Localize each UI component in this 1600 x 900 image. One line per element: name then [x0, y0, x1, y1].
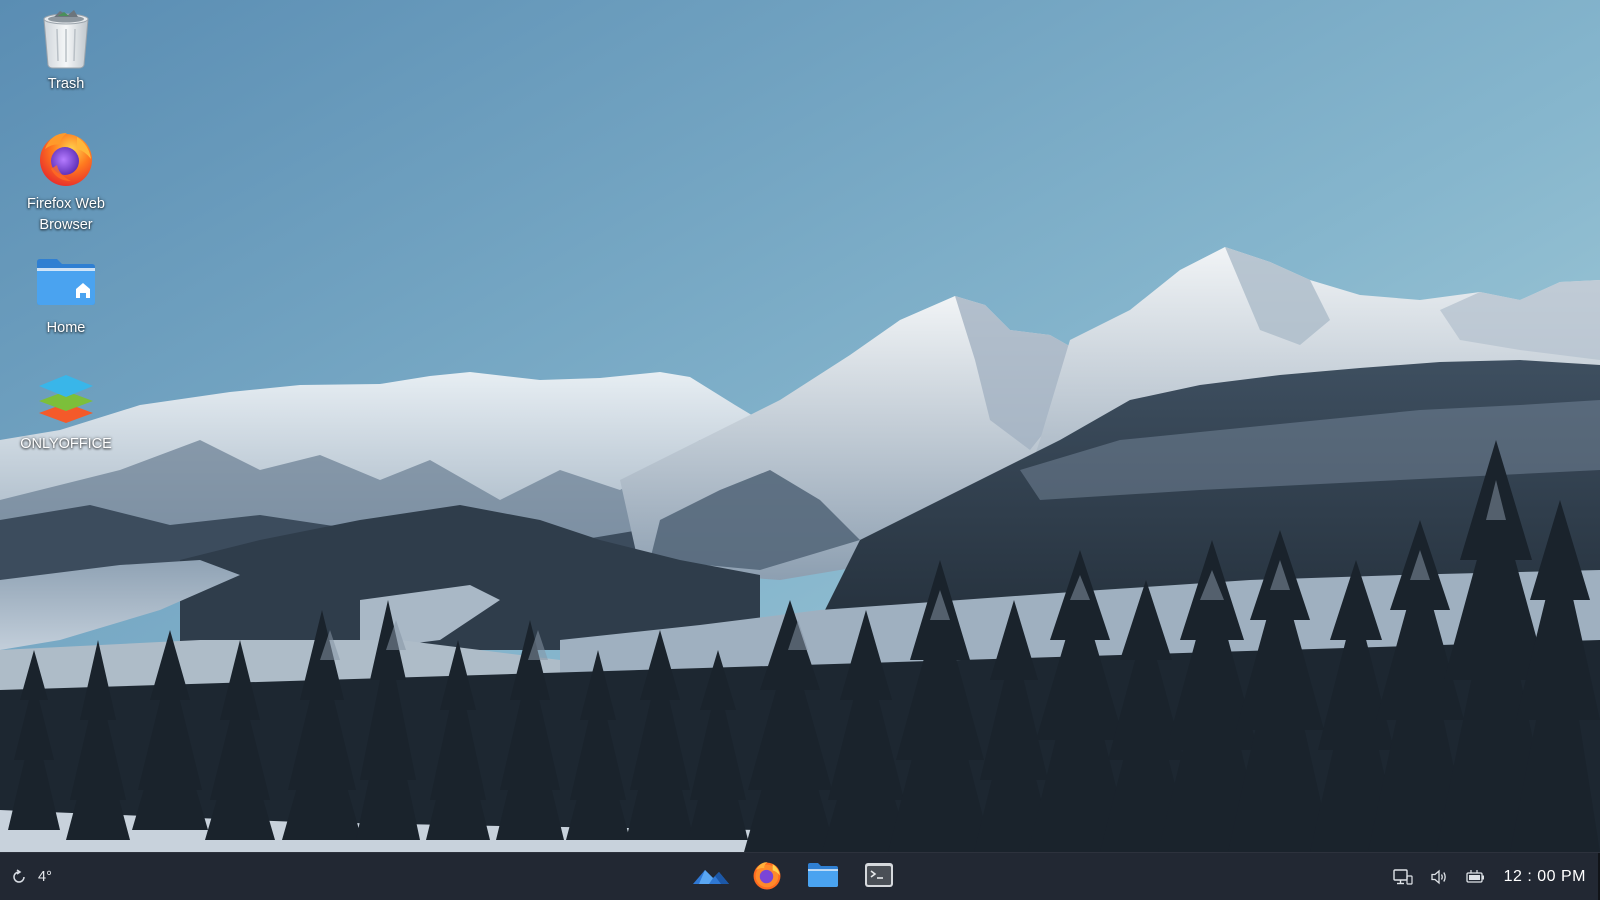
firefox-icon: [34, 126, 98, 190]
app-launcher-button[interactable]: [692, 858, 730, 896]
desktop-icon-trash[interactable]: Trash: [6, 6, 126, 95]
volume-icon[interactable]: [1428, 866, 1450, 888]
desktop-icon-label: Firefox Web Browser: [27, 196, 105, 233]
temperature-label: 4°: [38, 869, 52, 885]
desktop-icon-firefox[interactable]: Firefox Web Browser: [6, 126, 126, 236]
system-tray: 12 : 00 PM: [1392, 853, 1592, 900]
onlyoffice-icon: [34, 366, 98, 430]
firefox-icon: [752, 860, 782, 895]
terminal-icon: [864, 862, 894, 893]
taskbar-pinned-apps: [692, 853, 898, 900]
desktop-icon-home[interactable]: Home: [6, 250, 126, 339]
home-folder-icon: [34, 250, 98, 314]
desktop-icon-label: ONLYOFFICE: [20, 436, 112, 452]
taskbar-file-manager-button[interactable]: [804, 858, 842, 896]
file-manager-icon: [807, 862, 839, 893]
desktop-wallpaper: [0, 0, 1600, 900]
desktop-icon-label: Home: [46, 320, 86, 336]
taskbar-terminal-button[interactable]: [860, 858, 898, 896]
network-icon[interactable]: [1392, 866, 1414, 888]
trash-icon: [34, 6, 98, 70]
taskbar-firefox-button[interactable]: [748, 858, 786, 896]
clock[interactable]: 12 : 00 PM: [1504, 868, 1586, 886]
desktop-icon-label: Trash: [47, 76, 85, 92]
weather-widget[interactable]: 4°: [8, 853, 52, 900]
weather-refresh-icon: [8, 866, 30, 888]
desktop-icon-onlyoffice[interactable]: ONLYOFFICE: [6, 366, 126, 455]
app-launcher-icon: [691, 864, 731, 891]
taskbar: 4° 12: 00 PM: [0, 852, 1600, 900]
battery-icon[interactable]: [1464, 866, 1486, 888]
